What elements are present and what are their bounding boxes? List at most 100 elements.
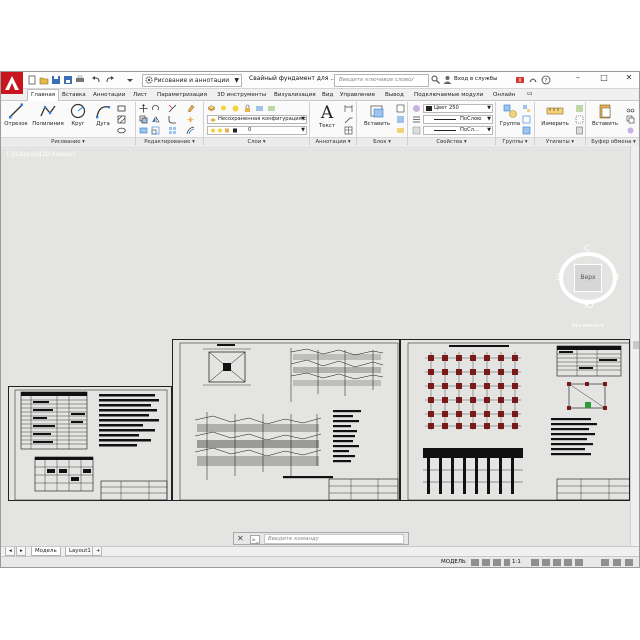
annotation-scale-icon[interactable] (504, 559, 510, 566)
tab-manage[interactable]: Управление (337, 90, 378, 101)
erase-icon[interactable] (186, 104, 195, 113)
autodesk-360-icon[interactable] (528, 75, 538, 85)
tab-layout1[interactable]: Layout1 (65, 547, 95, 556)
layer-on-icon[interactable] (219, 104, 228, 113)
scrollbar-thumb[interactable] (633, 341, 639, 349)
tab-output[interactable]: Вывод (382, 90, 407, 101)
panel-draw-title[interactable]: Рисование ▾ (1, 137, 135, 145)
copy-clip-icon[interactable] (626, 115, 635, 124)
block-attributes-icon[interactable] (396, 126, 405, 135)
group-button[interactable]: Группа (497, 103, 523, 127)
close-icon[interactable]: ✕ (237, 534, 244, 543)
hardware-acceleration-icon[interactable] (601, 559, 609, 566)
command-input[interactable]: Введите команду (264, 534, 404, 544)
tab-insert[interactable]: Вставка (59, 90, 89, 101)
quick-select-icon[interactable] (575, 104, 584, 113)
command-history-icon[interactable]: >_ (250, 535, 260, 544)
hatch-icon[interactable] (117, 115, 126, 124)
array-icon[interactable] (168, 126, 177, 135)
polyline-tool-button[interactable]: Полилиния (32, 103, 64, 127)
color-select[interactable]: Цвет 250 ▼ (423, 104, 493, 113)
insert-block-button[interactable]: Вставить (361, 103, 393, 127)
help-search-input[interactable]: Введите ключевое слово/фразу (334, 74, 429, 94)
open-folder-icon[interactable] (39, 75, 49, 85)
layer-lock-icon[interactable] (243, 104, 252, 113)
create-block-icon[interactable] (396, 104, 405, 113)
list-icon[interactable] (412, 115, 421, 124)
panel-annotation-title[interactable]: Аннотации ▾ (310, 137, 356, 145)
layer-properties-icon[interactable] (207, 104, 216, 113)
trim-icon[interactable] (168, 104, 177, 113)
customization-icon[interactable] (625, 559, 633, 566)
ungroup-icon[interactable] (522, 104, 531, 113)
tab-view[interactable]: Вид (319, 90, 336, 101)
tab-prev-icon[interactable]: ◂ (5, 547, 15, 556)
save-as-icon[interactable] (63, 75, 73, 85)
leader-icon[interactable] (344, 115, 353, 124)
select-all-icon[interactable] (575, 115, 584, 124)
offset-icon[interactable] (186, 126, 195, 135)
exchange-icon[interactable]: X (515, 75, 525, 85)
paste-button[interactable]: Вставить (589, 103, 621, 127)
match-clip-icon[interactable] (626, 126, 635, 135)
annotation-monitor-icon[interactable] (542, 559, 550, 566)
snap-icon[interactable] (482, 559, 490, 566)
grid-icon[interactable] (471, 559, 479, 566)
edit-block-icon[interactable] (396, 115, 405, 124)
panel-clipboard-title[interactable]: Буфер обмена ▾ (586, 137, 639, 145)
panel-layers-title[interactable]: Слои ▾ (204, 137, 309, 145)
model-space-button[interactable]: МОДЕЛЬ (441, 559, 466, 565)
group-select-icon[interactable] (522, 126, 531, 135)
new-file-icon[interactable] (27, 75, 37, 85)
qat-dropdown-icon[interactable] (125, 75, 135, 85)
panel-properties-title[interactable]: Свойства ▾ (408, 137, 495, 145)
ortho-icon[interactable] (493, 559, 501, 566)
isolate-objects-icon[interactable] (575, 559, 583, 566)
drawing-sheet-1[interactable] (8, 386, 172, 501)
line-tool-button[interactable]: Отрезок (3, 103, 29, 127)
tab-visualize[interactable]: Визуализация (271, 90, 319, 101)
close-window-button[interactable]: ✕ (620, 73, 638, 82)
plot-icon[interactable] (75, 75, 85, 85)
current-layer-select[interactable]: 0 ▼ (207, 126, 307, 135)
linetype-select[interactable]: ПоСлою ▼ (423, 115, 493, 124)
match-properties-icon[interactable] (412, 104, 421, 113)
layer-match-icon[interactable] (255, 104, 264, 113)
workspace-select[interactable]: Рисование и аннотации ▼ (142, 74, 242, 87)
panel-block-title[interactable]: Блок ▾ (357, 137, 407, 145)
panel-utilities-title[interactable]: Утилиты ▾ (535, 137, 585, 145)
viewport-controls[interactable]: [-][Сверху][2D-каркас] (7, 152, 75, 158)
drawing-sheet-3[interactable] (400, 339, 630, 501)
maximize-button[interactable]: □ (595, 73, 613, 82)
quick-properties-icon[interactable] (564, 559, 572, 566)
user-icon[interactable] (443, 75, 452, 84)
group-edit-icon[interactable] (522, 115, 531, 124)
tab-next-icon[interactable]: ▸ (16, 547, 26, 556)
ellipse-icon[interactable] (117, 126, 126, 135)
rectangle-icon[interactable] (117, 104, 126, 113)
panel-modify-title[interactable]: Редактирование ▾ (136, 137, 203, 145)
tab-layout[interactable]: Лист (130, 90, 150, 101)
transparency-icon[interactable] (412, 126, 421, 135)
panel-groups-title[interactable]: Группы ▾ (496, 137, 534, 145)
add-layout-icon[interactable]: + (92, 547, 102, 556)
redo-icon[interactable] (105, 75, 115, 85)
circle-tool-button[interactable]: Круг (65, 103, 91, 127)
help-icon[interactable]: ? (541, 75, 551, 85)
annotation-scale[interactable]: 1:1 (512, 559, 521, 565)
layer-iso-icon[interactable] (267, 104, 276, 113)
copy-icon[interactable] (139, 115, 148, 124)
tab-model[interactable]: Модель (31, 547, 61, 556)
text-tool-button[interactable]: A Текст (313, 103, 341, 129)
clean-screen-icon[interactable] (613, 559, 621, 566)
stretch-icon[interactable] (139, 126, 148, 135)
layer-freeze-icon[interactable] (231, 104, 240, 113)
application-menu-button[interactable] (1, 72, 23, 94)
mirror-icon[interactable] (151, 115, 160, 124)
dimension-icon[interactable] (344, 104, 353, 113)
save-icon[interactable] (51, 75, 61, 85)
arc-tool-button[interactable]: Дуга (90, 103, 116, 127)
table-icon[interactable] (344, 126, 353, 135)
vertical-scrollbar[interactable] (630, 146, 639, 549)
layer-state-select[interactable]: Несохраненная конфигурация сло ▼ (207, 115, 307, 124)
